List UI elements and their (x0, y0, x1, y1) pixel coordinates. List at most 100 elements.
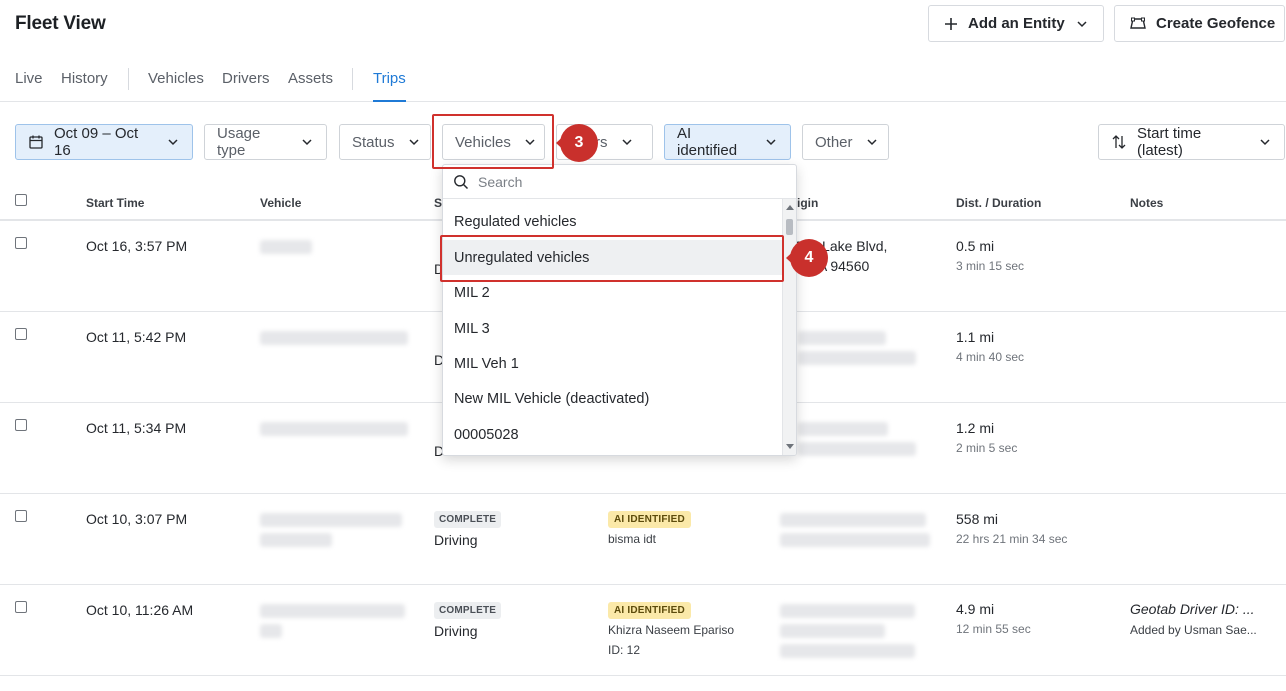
start-time: Oct 11, 5:42 PM (86, 329, 187, 345)
view-tabs: Live History Vehicles Drivers Assets Tri… (0, 60, 1286, 102)
distance: 4.9 mi (956, 601, 995, 617)
tab-divider (352, 68, 353, 90)
step-3-highlight (432, 114, 554, 169)
other-label: Other (815, 133, 853, 151)
vehicle-name-redacted (260, 240, 312, 254)
select-all-checkbox[interactable] (15, 194, 27, 206)
origin-redacted (798, 442, 916, 456)
add-entity-label: Add an Entity (968, 15, 1065, 32)
chevron-down-icon (166, 135, 180, 149)
sort-icon (1111, 134, 1127, 150)
start-time: Oct 11, 5:34 PM (86, 420, 187, 436)
column-notes[interactable]: Notes (1130, 196, 1163, 210)
distance: 1.2 mi (956, 420, 995, 436)
status-label: Status (352, 133, 395, 151)
row-checkbox[interactable] (15, 419, 27, 431)
tab-assets[interactable]: Assets (288, 70, 333, 102)
duration: 2 min 5 sec (956, 441, 1018, 455)
origin-redacted (798, 331, 886, 345)
plus-icon (943, 16, 959, 32)
start-time: Oct 16, 3:57 PM (86, 238, 188, 254)
origin-redacted (780, 624, 885, 638)
start-time: Oct 10, 11:26 AM (86, 602, 194, 618)
scroll-thumb[interactable] (786, 219, 793, 235)
vehicle-name-redacted (260, 624, 282, 638)
row-checkbox[interactable] (15, 510, 27, 522)
dropdown-option-mil-3[interactable]: MIL 3 (443, 311, 783, 346)
vehicle-name-redacted (260, 331, 408, 345)
usage-type-filter[interactable]: Usage type (204, 124, 327, 160)
sort-label: Start time (latest) (1137, 125, 1202, 159)
step-3-number: 3 (560, 124, 598, 162)
create-geofence-button[interactable]: Create Geofence (1114, 5, 1285, 42)
step-4-number: 4 (790, 239, 828, 277)
origin-redacted (780, 644, 915, 658)
driver-id: ID: 12 (608, 643, 641, 657)
duration: 4 min 40 sec (956, 350, 1025, 364)
tab-trips[interactable]: Trips (373, 70, 406, 102)
row-checkbox[interactable] (15, 601, 27, 613)
column-status[interactable]: S (434, 196, 442, 210)
scroll-up-arrow[interactable] (786, 205, 794, 210)
chevron-down-icon (764, 135, 778, 149)
step-4-callout: 4 (786, 239, 828, 277)
dropdown-option-00005028[interactable]: 00005028 (443, 417, 783, 452)
dropdown-search-input[interactable] (478, 173, 758, 190)
column-origin[interactable]: igin (797, 196, 818, 210)
add-entity-button[interactable]: Add an Entity (928, 5, 1104, 42)
duration: 3 min 15 sec (956, 259, 1025, 273)
ai-identified-badge: AI IDENTIFIED (608, 602, 691, 619)
create-geofence-label: Create Geofence (1156, 15, 1276, 32)
column-start-time[interactable]: Start Time (86, 196, 144, 210)
vehicles-dropdown: Regulated vehicles Unregulated vehicles … (442, 164, 797, 456)
status-badge: COMPLETE (434, 511, 502, 528)
tab-vehicles[interactable]: Vehicles (148, 70, 204, 102)
scroll-down-arrow[interactable] (786, 444, 794, 449)
status-filter[interactable]: Status (339, 124, 431, 160)
dropdown-option-regulated-vehicles[interactable]: Regulated vehicles (443, 204, 783, 239)
status-badge: COMPLETE (434, 602, 502, 619)
vehicle-name-redacted (260, 513, 402, 527)
vehicle-name-redacted (260, 422, 408, 436)
date-range-label: Oct 09 – Oct 16 (54, 125, 139, 159)
page-title: Fleet View (15, 13, 106, 34)
dropdown-option-mil-veh-1[interactable]: MIL Veh 1 (443, 346, 783, 381)
dropdown-option-new-mil-vehicle[interactable]: New MIL Vehicle (deactivated) (443, 381, 783, 416)
chevron-down-icon (1258, 135, 1272, 149)
geofence-icon (1129, 16, 1147, 32)
chevron-down-icon (865, 135, 879, 149)
vehicle-name-redacted (260, 533, 332, 547)
origin-redacted (780, 604, 915, 618)
chevron-down-icon (300, 135, 314, 149)
calendar-icon (28, 134, 44, 150)
step-4-highlight (440, 235, 784, 282)
dropdown-scrollbar[interactable] (782, 199, 796, 455)
other-filter[interactable]: Other (802, 124, 889, 160)
column-dist-duration[interactable]: Dist. / Duration (956, 196, 1041, 210)
row-checkbox[interactable] (15, 328, 27, 340)
column-vehicle[interactable]: Vehicle (260, 196, 301, 210)
tab-drivers[interactable]: Drivers (222, 70, 270, 102)
sort-select[interactable]: Start time (latest) (1098, 124, 1285, 160)
top-bar: Fleet View Add an Entity Create Geofence (0, 0, 1286, 50)
ai-identified-filter[interactable]: AI identified (664, 124, 791, 160)
note-title: Geotab Driver ID: ... (1130, 601, 1255, 617)
tab-history[interactable]: History (61, 70, 108, 102)
distance: 0.5 mi (956, 238, 995, 254)
table-row[interactable]: Oct 10, 11:26 AM COMPLETE Driving AI IDE… (0, 585, 1286, 676)
date-range-filter[interactable]: Oct 09 – Oct 16 (15, 124, 193, 160)
distance: 1.1 mi (956, 329, 995, 345)
status-text: Driving (434, 532, 478, 548)
origin-redacted (798, 351, 916, 365)
note-author: Added by Usman Sae... (1130, 623, 1257, 637)
tab-live[interactable]: Live (15, 70, 43, 102)
driver-name: bisma idt (608, 532, 657, 546)
row-checkbox[interactable] (15, 237, 27, 249)
start-time: Oct 10, 3:07 PM (86, 511, 188, 527)
step-3-callout: 3 (556, 124, 598, 162)
chevron-down-icon (407, 135, 421, 149)
origin-redacted (780, 533, 930, 547)
table-row[interactable]: Oct 10, 3:07 PM COMPLETE Driving AI IDEN… (0, 494, 1286, 585)
duration: 22 hrs 21 min 34 sec (956, 532, 1068, 546)
origin-redacted (798, 422, 888, 436)
